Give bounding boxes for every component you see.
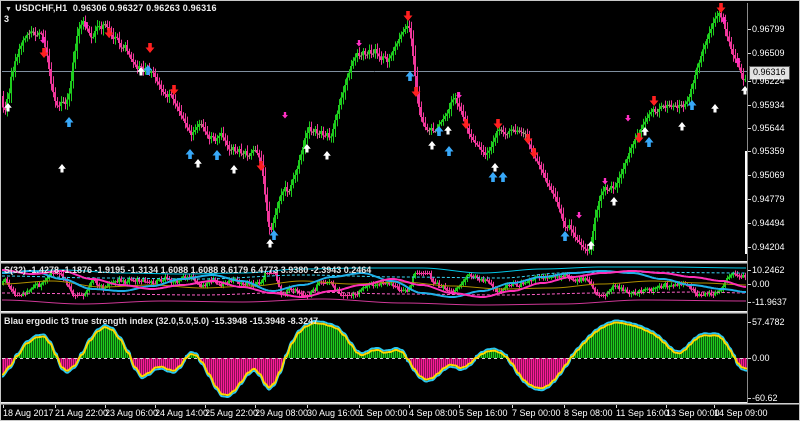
- price-axis-label-tick: [748, 199, 751, 200]
- time-axis-label: 23 Aug 06:00: [105, 408, 159, 418]
- time-axis-label: 4 Sep 08:00: [409, 408, 458, 418]
- price-axis-label-tick: [748, 29, 751, 30]
- squeeze-indicator-label: S(32) -1.4278 -1.1876 -1.9195 -1.3134 1.…: [4, 265, 372, 275]
- price-axis-label: 0.94779: [752, 194, 785, 204]
- time-axis-label: 11 Sep 16:00: [616, 408, 669, 418]
- price-axis-label-tick: [748, 223, 751, 224]
- price-axis-label-tick: [748, 81, 751, 82]
- price-axis-label: 0.95069: [752, 170, 785, 180]
- price-axis-label: 0.95359: [752, 146, 785, 156]
- tsi-scale-label-tick: [748, 322, 751, 323]
- price-axis-label-tick: [748, 53, 751, 54]
- ohlc-values: 0.96306 0.96327 0.96263 0.96316: [72, 3, 217, 13]
- tsi-indicator-label: Blau ergodic t3 true strength index (32.…: [4, 316, 319, 326]
- time-axis-label: 8 Sep 08:00: [564, 408, 613, 418]
- axis-highlight-bar: [745, 151, 747, 254]
- indicator-overlay-number: 3: [4, 14, 10, 24]
- price-axis-label: 0.96509: [752, 48, 785, 58]
- symbol-timeframe-label: USDCHF,H1: [15, 3, 68, 13]
- time-axis-label: 18 Aug 2017: [3, 408, 54, 418]
- time-axis-label: 5 Sep 16:00: [459, 408, 508, 418]
- mt4-chart-window: ▼ USDCHF,H1 0.96306 0.96327 0.96263 0.963…: [0, 0, 800, 421]
- time-axis-label: 21 Aug 22:00: [55, 408, 109, 418]
- price-axis-label-tick: [748, 175, 751, 176]
- tsi-scale-label-tick: [748, 398, 751, 399]
- squeeze-scale-label-tick: [748, 302, 751, 303]
- tsi-scale-label: 57.4782: [752, 317, 785, 327]
- squeeze-scale-label-tick: [748, 270, 751, 271]
- tsi-indicator-chart[interactable]: [2, 314, 747, 403]
- price-axis[interactable]: 0.96316 0.96799 0.96509 0.96224 0.95934 0.95…: [748, 3, 799, 403]
- price-axis-label-tick: [748, 247, 751, 248]
- time-axis-label: 25 Aug 22:00: [205, 408, 259, 418]
- price-axis-label: 0.94204: [752, 242, 785, 252]
- price-axis-label-tick: [748, 105, 751, 106]
- time-axis-label: 13 Sep 00:00: [666, 408, 720, 418]
- time-axis-label: 24 Aug 14:00: [155, 408, 209, 418]
- price-axis-label: 0.95934: [752, 100, 785, 110]
- price-axis-label: 0.94494: [752, 218, 785, 228]
- tsi-scale-label: 0.00: [752, 353, 770, 363]
- splitter-main-squeeze[interactable]: [1, 261, 799, 264]
- squeeze-scale-label: 0.00: [752, 279, 770, 289]
- chart-title: ▼ USDCHF,H1 0.96306 0.96327 0.96263 0.963…: [5, 3, 217, 13]
- time-axis-label: 29 Aug 08:00: [255, 408, 309, 418]
- main-price-chart[interactable]: [2, 3, 747, 261]
- squeeze-scale-label: -11.9637: [752, 297, 787, 307]
- tsi-scale-label-tick: [748, 358, 751, 359]
- splitter-squeeze-tsi[interactable]: [1, 311, 799, 314]
- price-axis-label-tick: [748, 128, 751, 129]
- time-axis[interactable]: 18 Aug 2017 21 Aug 22:00 23 Aug 06:00 24 Au…: [1, 405, 799, 420]
- price-axis-label: 0.95644: [752, 123, 785, 133]
- price-axis-label: 0.96224: [752, 76, 785, 86]
- squeeze-scale-label: 10.2462: [752, 265, 785, 275]
- time-axis-label: 14 Sep 09:00: [714, 408, 768, 418]
- tsi-scale-label: -60.62: [752, 393, 778, 403]
- time-axis-label: 7 Sep 00:00: [512, 408, 561, 418]
- price-axis-label: 0.96799: [752, 24, 785, 34]
- time-axis-label: 1 Sep 00:00: [359, 408, 408, 418]
- chart-dropdown-icon[interactable]: ▼: [5, 6, 12, 13]
- squeeze-scale-label-tick: [748, 284, 751, 285]
- price-axis-label-tick: [748, 151, 751, 152]
- time-axis-label: 30 Aug 16:00: [307, 408, 361, 418]
